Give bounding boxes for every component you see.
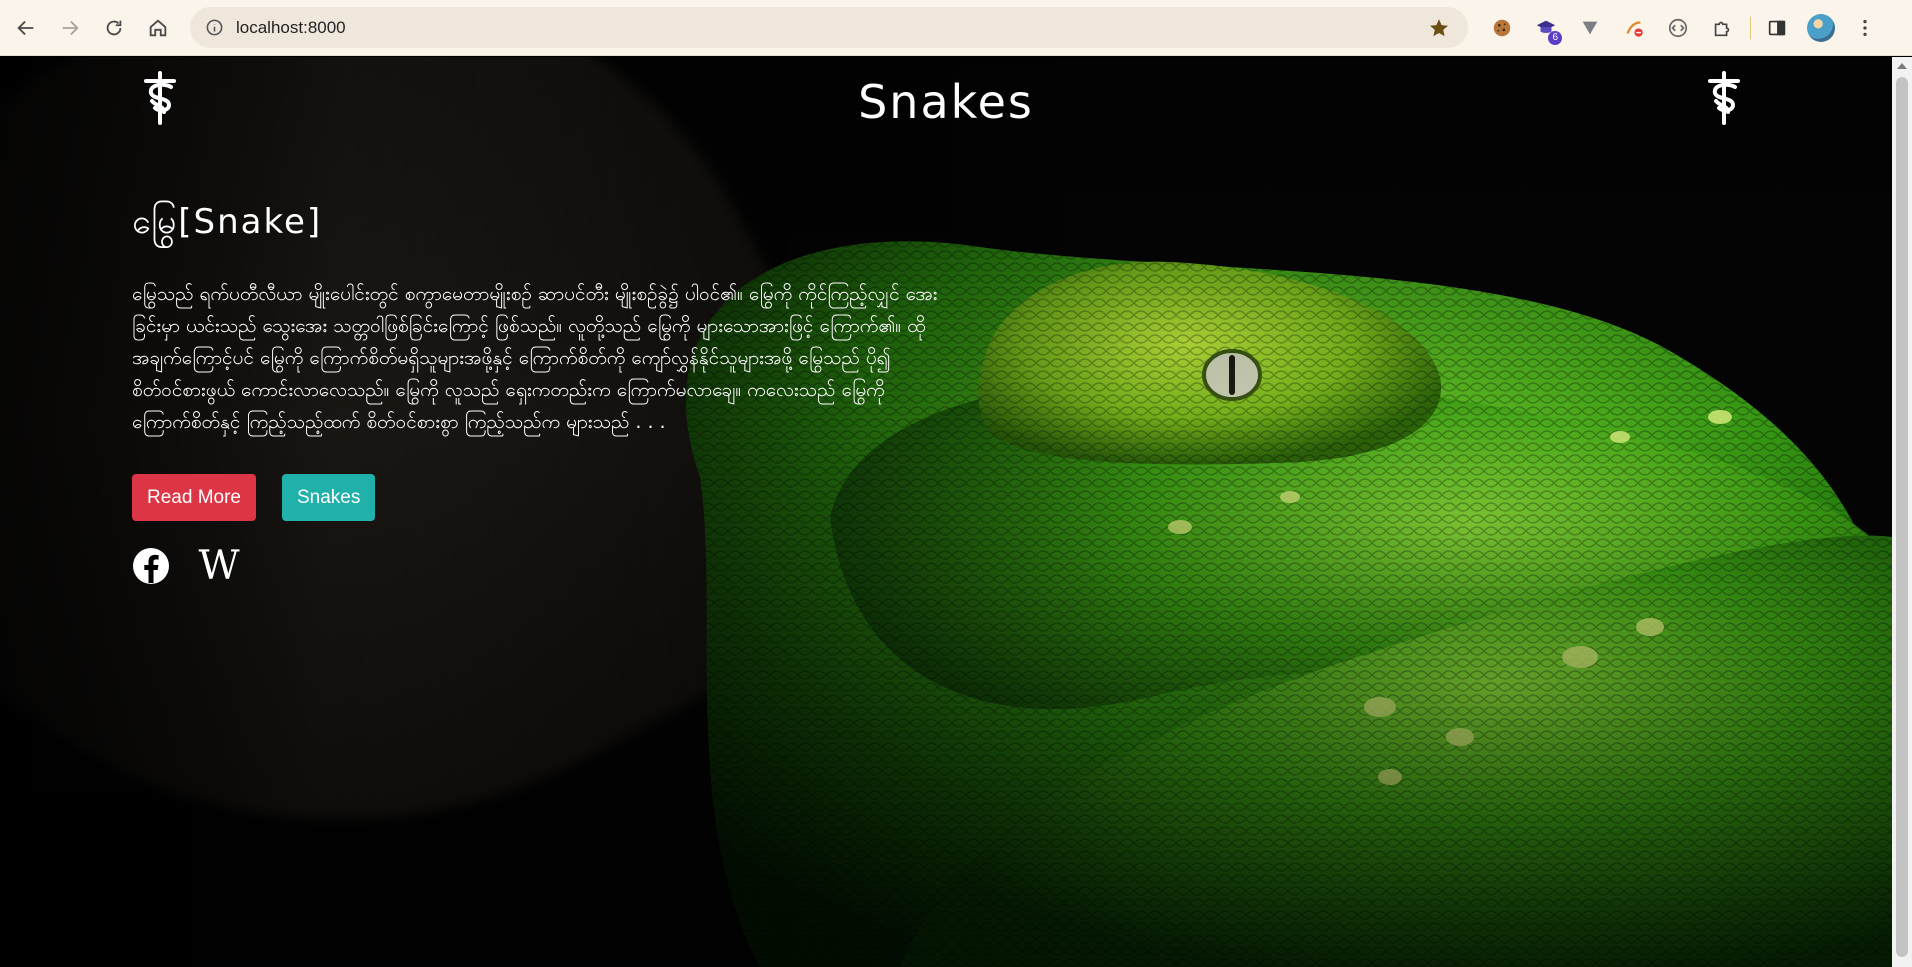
address-bar[interactable]: localhost:8000	[190, 7, 1468, 48]
menu-kebab-icon[interactable]	[1847, 10, 1883, 46]
site-title: Snakes	[858, 75, 1034, 129]
hero-content: မြွေ[Snake] မြွေသည် ရက်ပတီလီယာ မျိုးပေါင…	[132, 199, 942, 586]
extension-badge: 6	[1548, 31, 1562, 45]
page-heading: မြွေ[Snake]	[132, 202, 323, 242]
code-brackets-icon[interactable]	[1660, 10, 1696, 46]
read-more-button[interactable]: Read More	[132, 474, 256, 521]
back-button[interactable]	[8, 10, 44, 46]
page-scrollbar[interactable]	[1892, 57, 1912, 967]
vee-icon[interactable]	[1572, 10, 1608, 46]
scroll-thumb[interactable]	[1896, 77, 1908, 957]
extensions-area: 6	[1484, 0, 1891, 56]
profile-avatar[interactable]	[1803, 10, 1839, 46]
cookie-icon[interactable]	[1484, 10, 1520, 46]
hero-buttons: Read More Snakes	[132, 474, 942, 521]
toolbar-separator	[1750, 17, 1751, 39]
url-text[interactable]: localhost:8000	[236, 18, 346, 38]
page-viewport: Snakes မြွေ[Snake] မြွေသည် ရက်ပတီလီယာ မျ…	[0, 57, 1892, 967]
reload-button[interactable]	[96, 10, 132, 46]
browser-toolbar: localhost:8000 6	[0, 0, 1912, 56]
avatar	[1807, 14, 1835, 42]
graduation-cap-icon[interactable]: 6	[1528, 10, 1564, 46]
caduceus-logo-icon-right[interactable]	[1702, 71, 1746, 125]
facebook-icon[interactable]	[132, 547, 170, 585]
bookmark-star-icon[interactable]	[1428, 17, 1450, 39]
scroll-up-arrow-icon[interactable]	[1897, 63, 1907, 69]
social-links: W	[132, 546, 942, 586]
home-button[interactable]	[140, 10, 176, 46]
blocked-extension-icon[interactable]	[1616, 10, 1652, 46]
puzzle-icon[interactable]	[1704, 10, 1740, 46]
forward-button[interactable]	[52, 10, 88, 46]
site-info-icon[interactable]	[202, 16, 226, 40]
snake-description: မြွေသည် ရက်ပတီလီယာ မျိုးပေါင်းတွင် စကွာမ…	[132, 283, 938, 433]
side-panel-icon[interactable]	[1759, 10, 1795, 46]
snakes-button[interactable]: Snakes	[282, 474, 376, 521]
wikipedia-icon[interactable]: W	[196, 546, 242, 586]
